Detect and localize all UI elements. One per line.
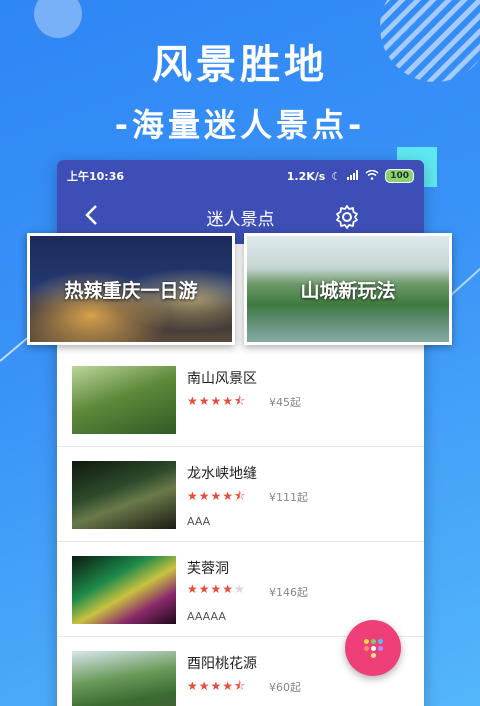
banner-card[interactable]: 热辣重庆一日游 [27,233,235,345]
banner-label: 热辣重庆一日游 [64,279,198,302]
grid-icon [363,638,383,658]
attraction-price: ¥60起 [269,681,301,694]
attraction-level: AAAAA [187,610,226,623]
banner-label: 山城新玩法 [300,279,396,302]
status-time: 上午10:36 [67,170,125,183]
star-rating: ★★★★⯪ [187,394,247,408]
attraction-name: 龙水峡地缝 [187,466,257,482]
attraction-level: AAA [187,515,211,528]
gear-icon[interactable] [334,204,360,230]
attraction-thumbnail [72,651,176,706]
signal-icon [347,169,359,183]
attraction-price: ¥111起 [269,491,308,504]
page-title: 迷人景点 [206,210,275,230]
attraction-price: ¥146起 [269,586,308,599]
banner-card[interactable]: 山城新玩法 [244,233,452,345]
list-item[interactable]: 龙水峡地缝 ★★★★⯪ ¥111起 AAA [57,447,424,542]
wifi-icon [365,169,379,183]
star-rating: ★★★★⯪ [187,489,247,503]
star-rating: ★★★★⯪ [187,679,247,693]
list-item[interactable]: 南山风景区 ★★★★⯪ ¥45起 [57,352,424,447]
battery-icon: 100 [385,169,414,183]
attraction-name: 南山风景区 [187,371,257,387]
attraction-thumbnail [72,556,176,624]
app-header: 上午10:36 1.2K/s ☾ 100 迷人景点 [57,160,424,244]
hero-subtitle: -海量迷人景点- [114,106,366,144]
attraction-name: 酉阳桃花源 [187,656,257,672]
floating-action-button[interactable] [345,620,401,676]
attraction-thumbnail [72,366,176,434]
moon-icon: ☾ [331,169,342,183]
hero-title: 风景胜地 [152,42,328,88]
star-rating: ★★★★★ [187,582,246,596]
network-speed: 1.2K/s [286,169,326,183]
attraction-name: 芙蓉洞 [187,561,229,577]
status-indicators: 1.2K/s ☾ 100 [287,169,414,183]
attraction-price: ¥45起 [269,396,301,409]
attraction-thumbnail [72,461,176,529]
status-bar: 上午10:36 1.2K/s ☾ 100 [57,160,424,192]
